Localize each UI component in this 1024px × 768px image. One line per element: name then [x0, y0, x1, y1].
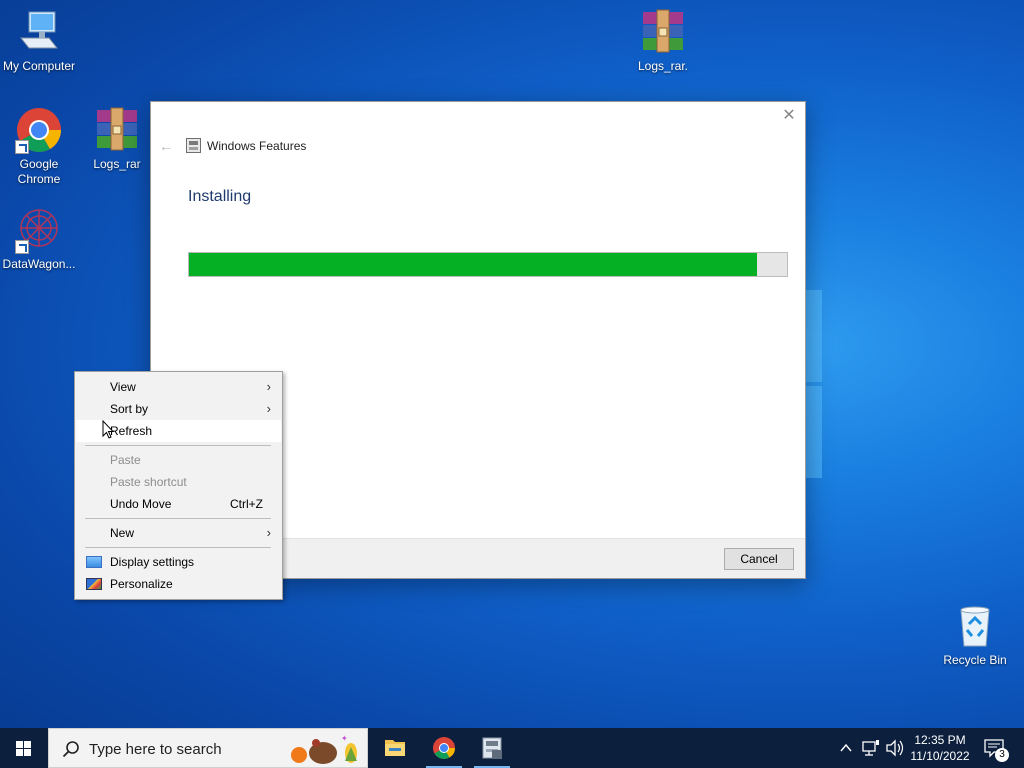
- shortcut-arrow-icon: [15, 240, 29, 254]
- desktop-icon-label: Google Chrome: [17, 157, 61, 186]
- desktop-icon-label: Logs_rar.: [637, 59, 689, 73]
- windows-logo-icon: [16, 741, 32, 756]
- chevron-right-icon: ›: [266, 525, 271, 540]
- windows-features-icon: [482, 737, 502, 759]
- dialog-title: Windows Features: [207, 138, 307, 153]
- search-highlight-thanksgiving-icon: ✦: [291, 734, 357, 764]
- dialog-title-bar: Windows Features: [186, 138, 306, 153]
- desktop-icon-google-chrome[interactable]: Google Chrome: [0, 106, 78, 187]
- desktop-icon-logs-rar[interactable]: Logs_rar: [78, 106, 156, 172]
- install-progress-bar: [188, 252, 788, 277]
- menu-item-paste-shortcut: Paste shortcut: [76, 471, 281, 493]
- network-tray-button[interactable]: [860, 728, 882, 768]
- menu-item-display-settings[interactable]: Display settings: [76, 551, 281, 573]
- svg-text:✦: ✦: [341, 734, 348, 743]
- chrome-icon: [433, 737, 455, 759]
- taskbar-clock[interactable]: 12:35 PM 11/10/2022: [906, 732, 974, 764]
- menu-item-label: Personalize: [110, 577, 173, 591]
- cancel-button[interactable]: Cancel: [724, 548, 794, 570]
- menu-item-undo-move[interactable]: Undo Move Ctrl+Z: [76, 493, 281, 515]
- clock-time: 12:35 PM: [914, 733, 966, 747]
- menu-item-view[interactable]: View ›: [76, 376, 281, 398]
- winrar-archive-icon: [93, 106, 141, 154]
- menu-item-sort-by[interactable]: Sort by ›: [76, 398, 281, 420]
- speaker-icon: [886, 739, 904, 757]
- desktop-icon-label: My Computer: [2, 59, 76, 73]
- taskbar-app-windows-features[interactable]: [468, 728, 516, 768]
- wallpaper-beam: [806, 386, 822, 478]
- menu-item-new[interactable]: New ›: [76, 522, 281, 544]
- menu-separator: [85, 445, 271, 446]
- menu-item-label: New: [110, 526, 135, 540]
- winrar-archive-icon: [639, 8, 687, 56]
- chevron-right-icon: ›: [266, 379, 271, 394]
- menu-item-label: Paste shortcut: [110, 475, 187, 489]
- menu-separator: [85, 547, 271, 548]
- windows-features-icon: [186, 138, 201, 153]
- desktop-icon-recycle-bin[interactable]: Recycle Bin: [936, 602, 1014, 668]
- chevron-up-icon: [840, 743, 852, 752]
- start-button[interactable]: [0, 728, 48, 768]
- back-arrow-icon[interactable]: ←: [159, 138, 173, 154]
- install-progress-fill: [189, 253, 758, 276]
- desktop-icon-label: Recycle Bin: [943, 653, 1007, 667]
- volume-tray-button[interactable]: [884, 728, 906, 768]
- menu-separator: [85, 518, 271, 519]
- menu-item-label: Paste: [110, 453, 141, 467]
- clock-date: 11/10/2022: [910, 749, 970, 763]
- show-hidden-icons-button[interactable]: [836, 728, 856, 768]
- search-placeholder: Type here to search: [89, 741, 222, 758]
- menu-item-label: View: [110, 380, 136, 394]
- install-status-heading: Installing: [188, 188, 252, 205]
- menu-item-label: Undo Move: [110, 497, 172, 511]
- menu-item-label: Display settings: [110, 555, 195, 569]
- file-explorer-icon: [385, 740, 405, 756]
- mouse-cursor-icon: [102, 420, 114, 439]
- desktop-icon-datawagon[interactable]: DataWagon...: [0, 206, 78, 272]
- desktop-icon-label: DataWagon...: [2, 257, 76, 271]
- menu-item-personalize[interactable]: Personalize: [76, 573, 281, 595]
- taskbar-app-file-explorer[interactable]: [371, 728, 419, 768]
- display-settings-icon: [86, 556, 102, 568]
- menu-item-label: Sort by: [110, 402, 149, 416]
- taskbar-search-box[interactable]: Type here to search ✦: [48, 728, 368, 768]
- taskbar: Type here to search ✦ 12:35 PM 11/10/202…: [0, 728, 1024, 768]
- taskbar-app-google-chrome[interactable]: [420, 728, 468, 768]
- network-icon: [862, 740, 879, 756]
- wallpaper-beam: [806, 290, 822, 382]
- personalize-icon: [86, 578, 102, 590]
- close-icon[interactable]: ✕: [781, 108, 797, 124]
- menu-item-label: Refresh: [110, 424, 153, 438]
- desktop-icon-my-computer[interactable]: My Computer: [0, 8, 78, 74]
- notification-count-badge: 3: [995, 748, 1009, 762]
- computer-icon: [15, 8, 63, 56]
- datawagon-icon: [15, 206, 63, 254]
- shortcut-arrow-icon: [15, 140, 29, 154]
- menu-item-paste: Paste: [76, 449, 281, 471]
- desktop-context-menu: View › Sort by › Refresh Paste Paste sho…: [74, 371, 283, 600]
- recycle-bin-icon: [951, 602, 999, 650]
- chrome-icon: [15, 106, 63, 154]
- desktop-icon-logs-rar-top[interactable]: Logs_rar.: [624, 8, 702, 74]
- chevron-right-icon: ›: [266, 401, 271, 416]
- search-icon: [62, 741, 79, 758]
- desktop-icon-label: Logs_rar: [93, 157, 141, 171]
- menu-item-shortcut: Ctrl+Z: [230, 497, 263, 511]
